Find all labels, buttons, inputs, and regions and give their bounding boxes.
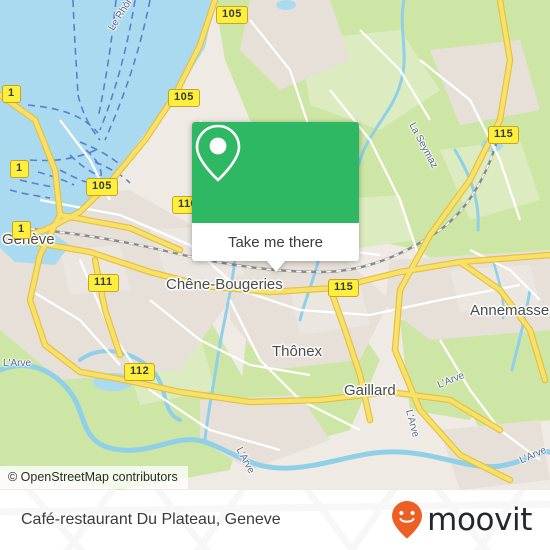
moovit-pin-icon [392,501,423,539]
road-shield-112[interactable]: 112 [124,363,156,381]
road-shield-1-b[interactable]: 1 [10,160,29,178]
map-canvas[interactable]: Genève Chêne-Bougeries Thônex Gaillard A… [0,0,550,490]
location-popup-card[interactable]: Take me there [192,122,359,272]
take-me-there-button[interactable]: Take me there [192,223,359,261]
moovit-logo[interactable]: moovit [390,490,532,550]
take-me-there-label: Take me there [227,233,324,251]
map-pin-icon [195,124,241,182]
moovit-map-screen: Genève Chêne-Bougeries Thônex Gaillard A… [0,0,550,550]
road-shield-115-a[interactable]: 115 [488,126,520,144]
osm-attribution[interactable]: © OpenStreetMap contributors [0,466,188,489]
road-shield-115-b[interactable]: 115 [328,279,360,297]
place-title: Café-restaurant Du Plateau, Geneve [21,511,281,528]
road-shield-1-c[interactable]: 1 [12,221,31,239]
road-shield-111[interactable]: 111 [88,274,119,292]
road-shield-105-b[interactable]: 105 [168,89,200,107]
road-shield-105-c[interactable]: 105 [86,178,118,196]
popup-tail-pointer [266,261,285,272]
moovit-wordmark: moovit [427,502,532,538]
bottom-info-bar: Café-restaurant Du Plateau, Geneve moovi… [0,490,550,550]
road-shield-1-a[interactable]: 1 [2,85,21,103]
road-shield-105-a[interactable]: 105 [216,6,248,24]
popup-header [192,122,359,223]
